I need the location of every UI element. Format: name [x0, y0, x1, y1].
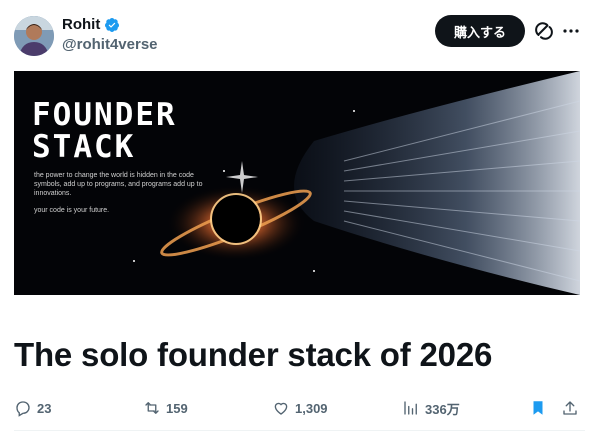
share-icon[interactable] — [561, 396, 579, 420]
cover-title: FOUNDER STACK — [32, 99, 177, 163]
post-header: Rohit @rohit4verse 購入する — [14, 14, 585, 60]
article-title[interactable]: The solo founder stack of 2026 — [14, 333, 492, 377]
like-count: 1,309 — [295, 400, 328, 416]
like-button[interactable]: 1,309 — [272, 396, 328, 420]
action-bar: 23 159 1,309 336万 — [14, 396, 585, 420]
article-cover-image[interactable]: FOUNDER STACK the power to change the wo… — [14, 71, 580, 295]
repost-icon — [145, 402, 159, 414]
verified-badge-icon — [104, 17, 120, 33]
avatar[interactable] — [14, 16, 54, 56]
heart-icon — [274, 402, 288, 415]
view-count: 336万 — [425, 401, 460, 417]
grok-icon[interactable] — [534, 21, 554, 41]
cover-title-line-2: STACK — [32, 129, 136, 165]
cover-text: the power to change the world is hidden … — [34, 172, 203, 197]
more-options-icon[interactable] — [561, 21, 581, 41]
cover-subtext: your code is your future. — [34, 207, 110, 214]
repost-button[interactable]: 159 — [143, 396, 188, 420]
bookmark-icon[interactable] — [529, 396, 547, 420]
divider — [14, 430, 585, 431]
buy-button[interactable]: 購入する — [435, 15, 525, 47]
reply-icon — [16, 401, 30, 417]
name-row: Rohit — [62, 16, 120, 34]
repost-count: 159 — [166, 400, 188, 416]
reply-button[interactable]: 23 — [14, 396, 51, 420]
views-chart-icon — [404, 401, 417, 415]
user-name[interactable]: Rohit — [62, 16, 100, 34]
user-handle[interactable]: @rohit4verse — [62, 36, 158, 54]
avatar-image — [14, 16, 54, 56]
reply-count: 23 — [37, 400, 52, 416]
cover-title-line-1: FOUNDER — [32, 97, 177, 133]
views-button[interactable]: 336万 — [402, 396, 460, 420]
